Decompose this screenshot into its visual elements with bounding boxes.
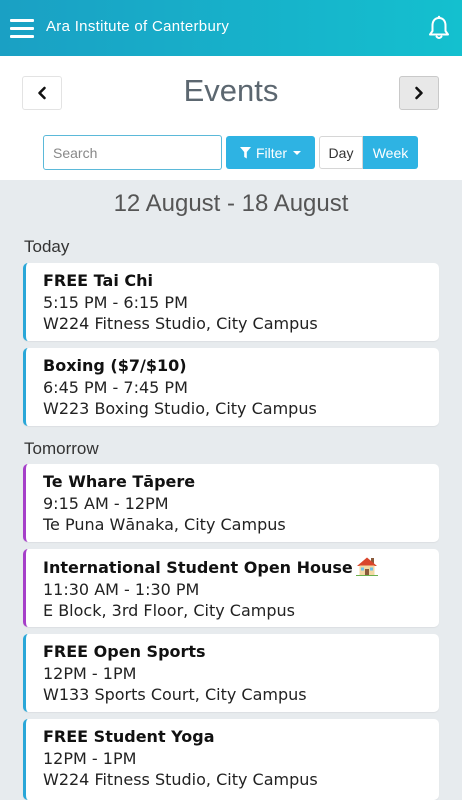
filter-label: Filter: [255, 144, 288, 161]
event-title-row: International Student Open House: [43, 556, 439, 579]
hamburger-menu-icon[interactable]: [10, 17, 34, 39]
event-title: FREE Tai Chi: [43, 271, 153, 290]
day-view-button[interactable]: Day: [319, 136, 363, 169]
page-title: Events: [183, 73, 279, 108]
event-time: 12PM - 1PM: [43, 664, 137, 683]
chevron-right-icon: [415, 86, 423, 100]
event-card[interactable]: Boxing ($7/$10) 6:45 PM - 7:45 PM W223 B…: [23, 348, 439, 426]
event-card[interactable]: Te Whare Tāpere 9:15 AM - 12PM Te Puna W…: [23, 464, 439, 542]
section-label-tomorrow: Tomorrow: [24, 439, 99, 458]
event-location: W223 Boxing Studio, City Campus: [43, 399, 317, 418]
app-header: Ara Institute of Canterbury: [0, 0, 462, 56]
caret-down-icon: [293, 150, 302, 155]
event-title: FREE Open Sports: [43, 642, 206, 661]
view-toggle: Day Week: [319, 136, 418, 169]
funnel-icon: [239, 146, 251, 158]
event-card[interactable]: FREE Tai Chi 5:15 PM - 6:15 PM W224 Fitn…: [23, 263, 439, 341]
next-week-button[interactable]: [399, 76, 439, 110]
app-title: Ara Institute of Canterbury: [46, 18, 230, 35]
event-location: E Block, 3rd Floor, City Campus: [43, 601, 295, 620]
event-time: 11:30 AM - 1:30 PM: [43, 580, 200, 599]
section-label-today: Today: [24, 237, 70, 256]
event-time: 9:15 AM - 12PM: [43, 494, 169, 513]
event-title: International Student Open House: [43, 558, 353, 577]
event-card[interactable]: FREE Student Yoga 12PM - 1PM W224 Fitnes…: [23, 719, 439, 800]
event-time: 6:45 PM - 7:45 PM: [43, 378, 188, 397]
event-title: Boxing ($7/$10): [43, 356, 187, 375]
date-range-heading: 12 August - 18 August: [113, 190, 349, 217]
event-time: 5:15 PM - 6:15 PM: [43, 293, 188, 312]
event-title: FREE Student Yoga: [43, 727, 215, 746]
events-toolbar: Events Filter Day Week: [0, 56, 462, 180]
event-location: W224 Fitness Studio, City Campus: [43, 314, 318, 333]
bell-icon[interactable]: [428, 15, 450, 41]
search-input[interactable]: [43, 135, 222, 170]
house-emoji-icon: [355, 557, 378, 576]
event-card[interactable]: FREE Open Sports 12PM - 1PM W133 Sports …: [23, 634, 439, 712]
event-card[interactable]: International Student Open House 11:30 A…: [23, 549, 439, 627]
filter-button[interactable]: Filter: [226, 136, 315, 169]
event-location: W133 Sports Court, City Campus: [43, 685, 307, 704]
event-location: W224 Fitness Studio, City Campus: [43, 770, 318, 789]
event-time: 12PM - 1PM: [43, 749, 137, 768]
event-location: Te Puna Wānaka, City Campus: [43, 515, 286, 534]
week-view-button[interactable]: Week: [363, 136, 418, 169]
event-title: Te Whare Tāpere: [43, 472, 196, 491]
